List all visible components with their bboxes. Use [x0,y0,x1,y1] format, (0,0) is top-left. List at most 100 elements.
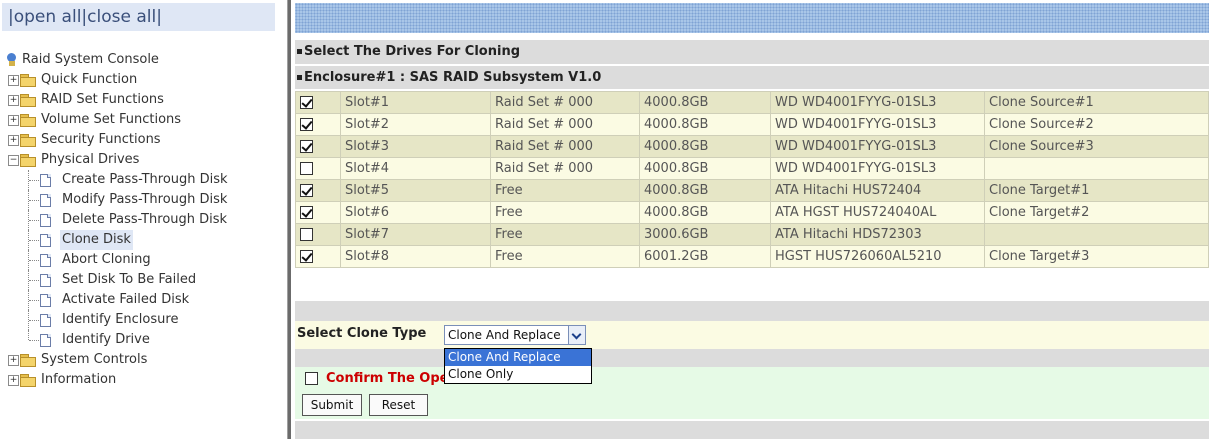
drive-model-cell: HGST HUS726060AL5210 [770,245,985,268]
confirm-checkbox[interactable] [305,372,318,385]
drive-model-cell: WD WD4001FYYG-01SL3 [770,135,985,158]
tree-line [29,220,39,222]
page-icon [40,314,51,327]
drive-model-cell: WD WD4001FYYG-01SL3 [770,157,985,180]
submit-button[interactable]: Submit [302,394,362,416]
table-row: Slot#7 Free 3000.6GB ATA Hitachi HDS72303 [295,223,1209,246]
tree-line [29,300,39,302]
tree-folder-label: System Controls [41,352,148,367]
folder-icon [20,114,36,127]
select-cell [295,135,341,158]
tree-folder-label: Quick Function [41,72,138,87]
tree-line [29,320,39,322]
drive-capacity-cell: 4000.8GB [639,179,771,202]
tree-item-label: Create Pass-Through Disk [62,172,228,187]
drive-model-cell: ATA Hitachi HUS72404 [770,179,985,202]
tree-item-label: Identify Enclosure [62,312,179,327]
drive-role-cell: Clone Source#1 [984,91,1209,114]
table-row: Slot#4 Raid Set # 000 4000.8GB WD WD4001FYY… [295,157,1209,180]
expand-icon[interactable]: + [8,375,19,386]
drive-set-cell: Raid Set # 000 [490,91,640,114]
drive-slot-cell: Slot#8 [340,245,491,268]
drives-table: Slot#1 Raid Set # 000 4000.8GB WD WD4001FYY… [295,91,1209,268]
clone-type-select[interactable]: Clone And Replace [444,325,586,345]
frame-divider[interactable] [287,0,291,439]
expand-icon[interactable]: + [8,355,19,366]
drive-capacity-cell: 3000.6GB [639,223,771,246]
section-title: Select The Drives For Cloning [295,40,1209,64]
drive-set-cell: Raid Set # 000 [490,113,640,136]
drive-checkbox[interactable] [300,140,313,153]
drive-checkbox[interactable] [300,184,313,197]
tree-item-label: Activate Failed Disk [62,292,190,307]
drive-slot-cell: Slot#3 [340,135,491,158]
drive-role-cell: Clone Target#3 [984,245,1209,268]
close-all-link[interactable]: close all| [87,7,162,27]
drive-role-cell: Clone Target#1 [984,179,1209,202]
tree-item-label: Abort Cloning [62,252,151,267]
open-close-bar: |open all|close all| [2,3,275,31]
drive-capacity-cell: 4000.8GB [639,91,771,114]
expand-icon[interactable]: + [8,75,19,86]
tree-folder-label: RAID Set Functions [41,92,164,107]
select-cell [295,91,341,114]
drive-model-cell: ATA HGST HUS724040AL [770,201,985,224]
drive-role-cell: Clone Source#3 [984,135,1209,158]
drive-role-cell: Clone Source#2 [984,113,1209,136]
page-icon [40,334,51,347]
drive-set-cell: Free [490,201,640,224]
collapse-icon[interactable]: − [8,155,19,166]
drive-capacity-cell: 4000.8GB [639,157,771,180]
drive-checkbox[interactable] [300,206,313,219]
tree-line [29,280,39,282]
drive-checkbox[interactable] [300,162,313,175]
drive-model-cell: ATA Hitachi HDS72303 [770,223,985,246]
tree-line [29,340,39,342]
clone-type-option[interactable]: Clone And Replace [445,349,591,366]
drive-set-cell: Free [490,179,640,202]
select-cell [295,113,341,136]
expand-icon[interactable]: + [8,95,19,106]
spacer-bar [295,301,1209,321]
drive-set-cell: Raid Set # 000 [490,135,640,158]
button-row: Submit Reset [295,391,1209,419]
page-icon [40,234,51,247]
select-cell [295,223,341,246]
clone-type-dropdown: Clone And Replace Clone Only [444,348,592,384]
drive-slot-cell: Slot#4 [340,157,491,180]
page-icon [40,254,51,267]
drive-checkbox[interactable] [300,228,313,241]
reset-button[interactable]: Reset [369,394,428,416]
drive-checkbox[interactable] [300,118,313,131]
tree-line [29,180,39,182]
open-all-link[interactable]: |open all| [8,7,87,27]
drive-checkbox[interactable] [300,96,313,109]
drive-slot-cell: Slot#1 [340,91,491,114]
folder-icon [20,74,36,87]
tree-line [28,330,30,340]
drive-role-cell [984,157,1209,180]
folder-icon [20,134,36,147]
chevron-down-icon[interactable] [568,326,585,344]
select-cell [295,201,341,224]
footer-bar [295,421,1209,439]
expand-icon[interactable]: + [8,135,19,146]
drive-slot-cell: Slot#2 [340,113,491,136]
tree-line [29,260,39,262]
tree-item-label: Modify Pass-Through Disk [62,192,228,207]
tree-item-label: Set Disk To Be Failed [62,272,197,287]
tree-folder-label: Volume Set Functions [41,112,182,127]
folder-icon [20,94,36,107]
table-row: Slot#6 Free 4000.8GB ATA HGST HUS724040AL Cl… [295,201,1209,224]
drive-set-cell: Free [490,245,640,268]
tree-folder-label: Physical Drives [41,152,140,167]
expand-icon[interactable]: + [8,115,19,126]
drive-checkbox[interactable] [300,250,313,263]
select-cell [295,157,341,180]
page-icon [40,294,51,307]
clone-type-option[interactable]: Clone Only [445,366,591,383]
table-row: Slot#8 Free 6001.2GB HGST HUS726060AL5210 Cl… [295,245,1209,268]
tree-line [29,240,39,242]
bullet-icon [297,75,302,80]
drive-set-cell: Raid Set # 000 [490,157,640,180]
